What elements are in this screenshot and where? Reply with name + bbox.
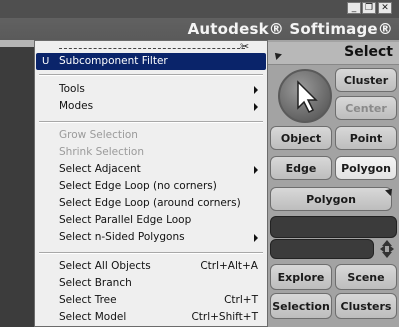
window-titlebar: _ ❐ ✕ bbox=[0, 0, 399, 18]
select-context-menu: ✂ U Subcomponent Filter Tools Modes Grow… bbox=[34, 40, 268, 327]
menu-tearoff[interactable] bbox=[59, 48, 245, 49]
cluster-button[interactable]: Cluster bbox=[335, 68, 397, 92]
minimize-button[interactable]: _ bbox=[347, 2, 361, 14]
menu-item-select-all-objects[interactable]: Select All Objects Ctrl+Alt+A bbox=[36, 258, 266, 275]
menu-item-key: U bbox=[42, 56, 50, 67]
select-panel-title: Select bbox=[344, 44, 393, 60]
menu-item-label: Select n-Sided Polygons bbox=[59, 231, 185, 243]
scissors-icon[interactable]: ✂ bbox=[240, 40, 249, 53]
menu-separator bbox=[39, 121, 263, 123]
menu-item-shortcut: Ctrl+T bbox=[224, 294, 258, 306]
select-panel-header: Select bbox=[268, 42, 399, 65]
select-panel: Select Cluster Center Object Point Edge … bbox=[268, 40, 399, 327]
edge-button[interactable]: Edge bbox=[270, 156, 332, 180]
menu-item-label: Select Branch bbox=[59, 277, 132, 289]
selection-name-field[interactable] bbox=[270, 216, 397, 238]
menu-item-label: Select Tree bbox=[59, 294, 117, 306]
menu-item-label: Select Parallel Edge Loop bbox=[59, 214, 192, 226]
viewport[interactable] bbox=[0, 47, 36, 327]
menu-item-label: Select Edge Loop (no corners) bbox=[59, 180, 217, 192]
menu-item-shrink-selection[interactable]: Shrink Selection bbox=[36, 144, 266, 161]
brand-logo: Autodesk® Softimage® bbox=[187, 20, 393, 38]
menu-item-select-model[interactable]: Select Model Ctrl+Shift+T bbox=[36, 309, 266, 326]
submenu-arrow-icon bbox=[254, 86, 258, 94]
menu-item-label: Shrink Selection bbox=[59, 146, 145, 158]
submenu-arrow-icon bbox=[254, 166, 258, 174]
restore-button[interactable]: ❐ bbox=[362, 2, 376, 14]
menu-item-parallel-edge-loop[interactable]: Select Parallel Edge Loop bbox=[36, 212, 266, 229]
menu-item-label: Grow Selection bbox=[59, 129, 138, 141]
menu-item-shortcut: Ctrl+Shift+T bbox=[191, 311, 258, 323]
selection-button[interactable]: Selection bbox=[270, 293, 332, 319]
menu-item-subcomponent-filter[interactable]: U Subcomponent Filter bbox=[36, 53, 266, 70]
filter-polygon-button[interactable]: Polygon bbox=[270, 187, 392, 211]
menu-item-n-sided-polygons[interactable]: Select n-Sided Polygons bbox=[36, 229, 266, 246]
menu-item-label: Select All Objects bbox=[59, 260, 151, 272]
menu-item-label: Select Adjacent bbox=[59, 163, 141, 175]
center-button[interactable]: Center bbox=[335, 96, 397, 120]
object-button[interactable]: Object bbox=[270, 126, 332, 150]
menu-item-shortcut: Ctrl+Alt+A bbox=[200, 260, 258, 272]
menu-item-select-adjacent[interactable]: Select Adjacent bbox=[36, 161, 266, 178]
submenu-arrow-icon bbox=[254, 234, 258, 242]
menu-separator bbox=[39, 252, 263, 254]
menu-item-label: Modes bbox=[59, 100, 94, 112]
select-tool-button[interactable] bbox=[278, 69, 332, 123]
menu-item-tools[interactable]: Tools bbox=[36, 81, 266, 98]
scene-button[interactable]: Scene bbox=[335, 264, 397, 290]
menu-item-edge-loop-no-corners[interactable]: Select Edge Loop (no corners) bbox=[36, 178, 266, 195]
selection-stepper-icon[interactable] bbox=[377, 238, 397, 260]
point-button[interactable]: Point bbox=[335, 126, 397, 150]
menu-item-label: Tools bbox=[59, 83, 85, 95]
menu-item-label: Select Model bbox=[59, 311, 127, 323]
menu-item-select-branch[interactable]: Select Branch bbox=[36, 275, 266, 292]
explore-button[interactable]: Explore bbox=[270, 264, 332, 290]
close-button[interactable]: ✕ bbox=[378, 2, 392, 14]
menu-item-grow-selection[interactable]: Grow Selection bbox=[36, 127, 266, 144]
menu-item-select-tree[interactable]: Select Tree Ctrl+T bbox=[36, 292, 266, 309]
submenu-arrow-icon bbox=[254, 103, 258, 111]
clusters-button[interactable]: Clusters bbox=[335, 293, 397, 319]
menu-item-label: Subcomponent Filter bbox=[59, 55, 168, 67]
polygon-button[interactable]: Polygon bbox=[335, 156, 397, 180]
menu-item-label: Select Edge Loop (around corners) bbox=[59, 197, 241, 209]
selection-value-field[interactable] bbox=[270, 239, 374, 259]
arrow-cursor-icon bbox=[297, 80, 318, 114]
menu-item-modes[interactable]: Modes bbox=[36, 98, 266, 115]
menu-separator bbox=[39, 74, 263, 76]
menu-item-edge-loop-around-corners[interactable]: Select Edge Loop (around corners) bbox=[36, 195, 266, 212]
panel-menu-arrow-icon[interactable] bbox=[272, 50, 282, 60]
